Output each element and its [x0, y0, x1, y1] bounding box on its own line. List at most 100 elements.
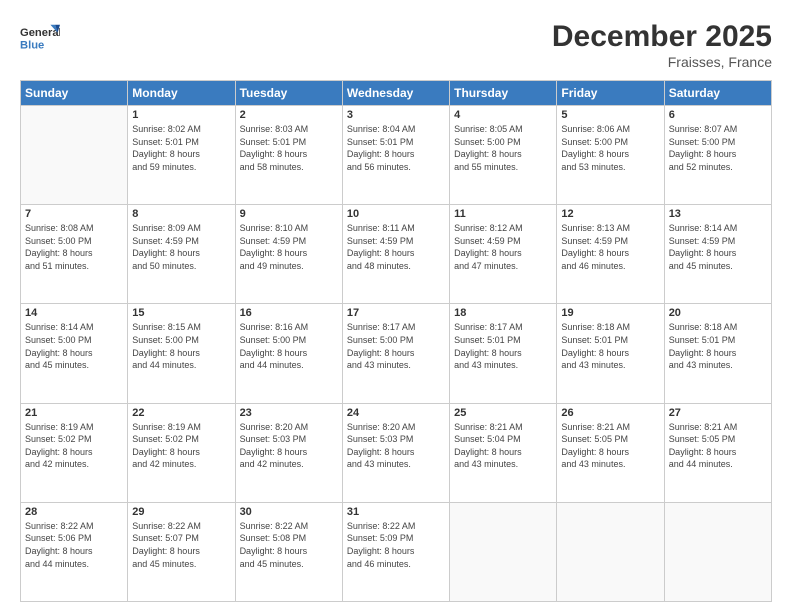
day-number: 13 [669, 208, 767, 220]
calendar-header-wednesday: Wednesday [342, 81, 449, 106]
calendar-cell: 14 Sunrise: 8:14 AMSunset: 5:00 PMDayligh… [21, 304, 128, 403]
day-number: 21 [25, 407, 123, 419]
header: General Blue December 2025 Fraisses, Fra… [20, 20, 772, 70]
calendar-cell: 18 Sunrise: 8:17 AMSunset: 5:01 PMDayligh… [450, 304, 557, 403]
svg-text:General: General [20, 27, 60, 39]
day-info: Sunrise: 8:19 AMSunset: 5:02 PMDaylight:… [25, 421, 123, 471]
calendar-header-row: SundayMondayTuesdayWednesdayThursdayFrid… [21, 81, 772, 106]
day-number: 14 [25, 307, 123, 319]
calendar-cell: 5Sunrise: 8:06 AMSunset: 5:00 PMDaylight… [557, 106, 664, 205]
day-info: Sunrise: 8:17 AMSunset: 5:00 PMDaylight:… [347, 321, 445, 371]
day-info: Sunrise: 8:22 AMSunset: 5:06 PMDaylight:… [25, 520, 123, 570]
calendar-header-friday: Friday [557, 81, 664, 106]
day-number: 29 [132, 506, 230, 518]
calendar-cell: 8 Sunrise: 8:09 AMSunset: 4:59 PMDaylight… [128, 205, 235, 304]
calendar-cell: 11 Sunrise: 8:12 AMSunset: 4:59 PMDayligh… [450, 205, 557, 304]
calendar-cell: 2 Sunrise: 8:03 AMSunset: 5:01 PMDaylight… [235, 106, 342, 205]
calendar-header-saturday: Saturday [664, 81, 771, 106]
calendar-cell: 16 Sunrise: 8:16 AMSunset: 5:00 PMDayligh… [235, 304, 342, 403]
calendar-cell: 25 Sunrise: 8:21 AMSunset: 5:04 PMDayligh… [450, 403, 557, 502]
day-number: 18 [454, 307, 552, 319]
calendar-cell [664, 502, 771, 601]
day-number: 1 [132, 109, 230, 121]
day-info: Sunrise: 8:22 AMSunset: 5:09 PMDaylight:… [347, 520, 445, 570]
day-info: Sunrise: 8:21 AMSunset: 5:05 PMDaylight:… [669, 421, 767, 471]
day-info: Sunrise: 8:09 AMSunset: 4:59 PMDaylight:… [132, 222, 230, 272]
day-info: Sunrise: 8:16 AMSunset: 5:00 PMDaylight:… [240, 321, 338, 371]
calendar-cell: 22 Sunrise: 8:19 AMSunset: 5:02 PMDayligh… [128, 403, 235, 502]
day-info: Sunrise: 8:20 AMSunset: 5:03 PMDaylight:… [240, 421, 338, 471]
page: General Blue December 2025 Fraisses, Fra… [0, 0, 792, 612]
day-number: 8 [132, 208, 230, 220]
logo-icon: General Blue [20, 20, 60, 55]
day-info: Sunrise: 8:17 AMSunset: 5:01 PMDaylight:… [454, 321, 552, 371]
calendar-cell: 6 Sunrise: 8:07 AMSunset: 5:00 PMDaylight… [664, 106, 771, 205]
day-info: Sunrise: 8:18 AMSunset: 5:01 PMDaylight:… [561, 321, 659, 371]
calendar-header-tuesday: Tuesday [235, 81, 342, 106]
day-number: 11 [454, 208, 552, 220]
calendar-cell [21, 106, 128, 205]
day-number: 28 [25, 506, 123, 518]
calendar-cell [557, 502, 664, 601]
title-section: December 2025 Fraisses, France [552, 20, 772, 70]
day-number: 12 [561, 208, 659, 220]
day-number: 24 [347, 407, 445, 419]
day-info: Sunrise: 8:02 AMSunset: 5:01 PMDaylight:… [132, 123, 230, 173]
day-info: Sunrise: 8:12 AMSunset: 4:59 PMDaylight:… [454, 222, 552, 272]
calendar-cell: 3 Sunrise: 8:04 AMSunset: 5:01 PMDaylight… [342, 106, 449, 205]
day-number: 17 [347, 307, 445, 319]
day-number: 20 [669, 307, 767, 319]
day-number: 22 [132, 407, 230, 419]
day-number: 9 [240, 208, 338, 220]
location: Fraisses, France [552, 54, 772, 70]
day-info: Sunrise: 8:05 AMSunset: 5:00 PMDaylight:… [454, 123, 552, 173]
day-number: 31 [347, 506, 445, 518]
calendar-cell: 29Sunrise: 8:22 AMSunset: 5:07 PMDayligh… [128, 502, 235, 601]
day-info: Sunrise: 8:18 AMSunset: 5:01 PMDaylight:… [669, 321, 767, 371]
svg-text:Blue: Blue [20, 40, 44, 52]
day-number: 4 [454, 109, 552, 121]
calendar-week-3: 14 Sunrise: 8:14 AMSunset: 5:00 PMDayligh… [21, 304, 772, 403]
day-number: 15 [132, 307, 230, 319]
calendar-header-thursday: Thursday [450, 81, 557, 106]
calendar-cell: 7 Sunrise: 8:08 AMSunset: 5:00 PMDaylight… [21, 205, 128, 304]
day-number: 19 [561, 307, 659, 319]
day-number: 6 [669, 109, 767, 121]
calendar-cell: 4 Sunrise: 8:05 AMSunset: 5:00 PMDaylight… [450, 106, 557, 205]
day-info: Sunrise: 8:04 AMSunset: 5:01 PMDaylight:… [347, 123, 445, 173]
day-number: 27 [669, 407, 767, 419]
day-number: 10 [347, 208, 445, 220]
calendar-cell: 31 Sunrise: 8:22 AMSunset: 5:09 PMDayligh… [342, 502, 449, 601]
day-number: 25 [454, 407, 552, 419]
logo: General Blue [20, 20, 60, 55]
day-number: 7 [25, 208, 123, 220]
calendar-cell: 23 Sunrise: 8:20 AMSunset: 5:03 PMDayligh… [235, 403, 342, 502]
day-info: Sunrise: 8:07 AMSunset: 5:00 PMDaylight:… [669, 123, 767, 173]
day-info: Sunrise: 8:08 AMSunset: 5:00 PMDaylight:… [25, 222, 123, 272]
day-info: Sunrise: 8:15 AMSunset: 5:00 PMDaylight:… [132, 321, 230, 371]
calendar-week-5: 28 Sunrise: 8:22 AMSunset: 5:06 PMDayligh… [21, 502, 772, 601]
day-info: Sunrise: 8:13 AMSunset: 4:59 PMDaylight:… [561, 222, 659, 272]
day-info: Sunrise: 8:11 AMSunset: 4:59 PMDaylight:… [347, 222, 445, 272]
day-info: Sunrise: 8:19 AMSunset: 5:02 PMDaylight:… [132, 421, 230, 471]
day-info: Sunrise: 8:21 AMSunset: 5:04 PMDaylight:… [454, 421, 552, 471]
calendar-week-4: 21 Sunrise: 8:19 AMSunset: 5:02 PMDayligh… [21, 403, 772, 502]
calendar-cell: 20 Sunrise: 8:18 AMSunset: 5:01 PMDayligh… [664, 304, 771, 403]
day-info: Sunrise: 8:10 AMSunset: 4:59 PMDaylight:… [240, 222, 338, 272]
calendar-cell: 27 Sunrise: 8:21 AMSunset: 5:05 PMDayligh… [664, 403, 771, 502]
day-number: 5 [561, 109, 659, 121]
calendar-cell: 26Sunrise: 8:21 AMSunset: 5:05 PMDayligh… [557, 403, 664, 502]
calendar-cell: 15 Sunrise: 8:15 AMSunset: 5:00 PMDayligh… [128, 304, 235, 403]
calendar-table: SundayMondayTuesdayWednesdayThursdayFrid… [20, 80, 772, 602]
day-info: Sunrise: 8:03 AMSunset: 5:01 PMDaylight:… [240, 123, 338, 173]
calendar-week-1: 1 Sunrise: 8:02 AMSunset: 5:01 PMDaylight… [21, 106, 772, 205]
month-title: December 2025 [552, 20, 772, 54]
day-number: 16 [240, 307, 338, 319]
day-number: 23 [240, 407, 338, 419]
day-number: 30 [240, 506, 338, 518]
day-number: 2 [240, 109, 338, 121]
day-info: Sunrise: 8:14 AMSunset: 5:00 PMDaylight:… [25, 321, 123, 371]
calendar-cell: 28 Sunrise: 8:22 AMSunset: 5:06 PMDayligh… [21, 502, 128, 601]
calendar-cell: 10 Sunrise: 8:11 AMSunset: 4:59 PMDayligh… [342, 205, 449, 304]
day-number: 3 [347, 109, 445, 121]
